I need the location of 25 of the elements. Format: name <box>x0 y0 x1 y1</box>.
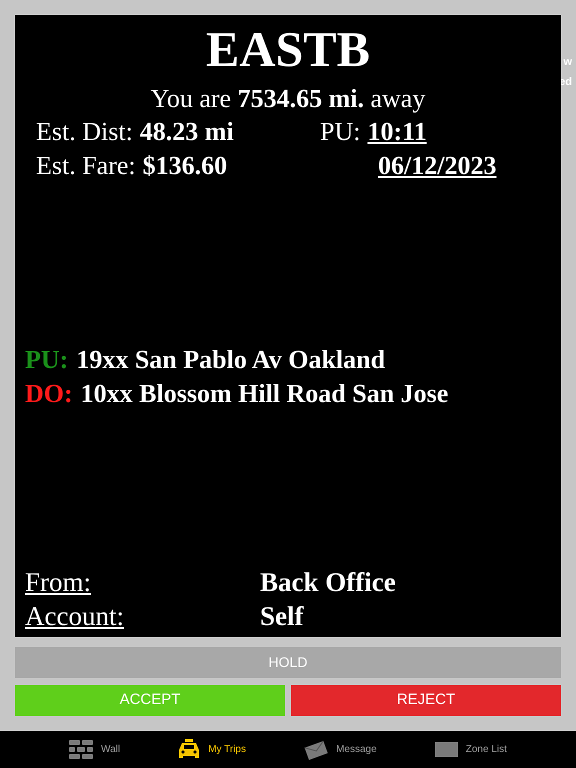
tab[interactable]: Zone List <box>434 731 507 768</box>
stop-label: PU: <box>25 344 68 376</box>
taxi-icon <box>178 738 200 760</box>
trip-title: EASTB <box>206 20 370 79</box>
brick-wall-icon <box>69 740 94 760</box>
tab[interactable]: Wall <box>69 731 120 768</box>
reject-button[interactable]: REJECT <box>291 685 561 716</box>
est-fare-value: $136.60 <box>142 150 228 182</box>
pickup-time-label: PU: <box>320 116 360 148</box>
trip-date: 06/12/2023 <box>378 150 496 182</box>
background-text: w <box>563 55 572 70</box>
detail-label: From: <box>25 566 92 599</box>
detail-label: Account: <box>25 600 125 633</box>
stop-address: 19xx San Pablo Av Oakland <box>76 344 386 376</box>
distance-text: You are 7534.65 mi. away <box>150 83 426 115</box>
stop-address: 10xx Blossom Hill Road San Jose <box>80 378 448 410</box>
detail-value: Back Office <box>260 566 396 599</box>
est-fare-label: Est. Fare: <box>36 150 136 182</box>
tab[interactable]: Message <box>304 731 377 768</box>
stop-label: DO: <box>25 378 73 410</box>
est-dist-label: Est. Dist: <box>36 116 133 148</box>
pickup-time: 10:11 <box>367 116 427 148</box>
detail-value: Self <box>260 600 304 633</box>
tab[interactable]: My Trips <box>178 731 246 768</box>
est-dist-value: 48.23 mi <box>140 116 234 148</box>
